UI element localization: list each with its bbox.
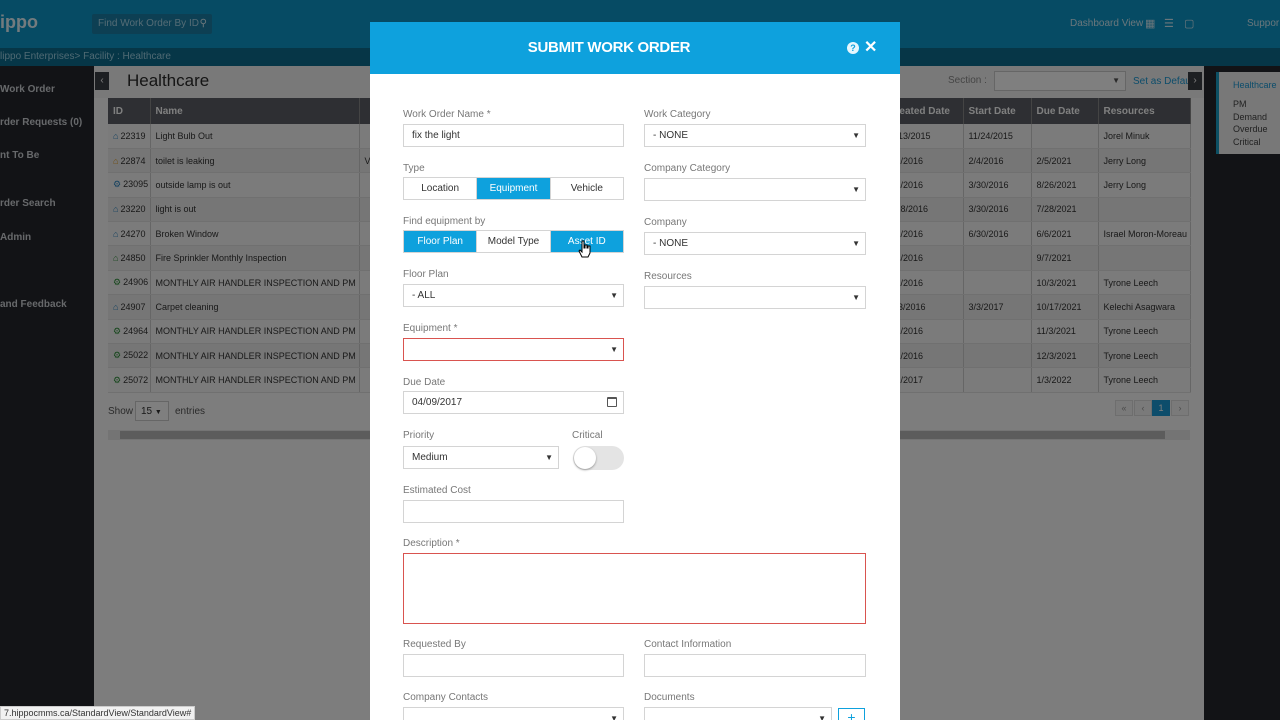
status-bar-url: 7.hippocmms.ca/StandardView/StandardView…: [0, 706, 196, 720]
resources-select[interactable]: ▼: [644, 286, 866, 309]
calendar-icon[interactable]: [607, 397, 617, 407]
hand-cursor-icon: [578, 240, 591, 258]
critical-toggle[interactable]: [573, 446, 624, 470]
due-date-value: 04/09/2017: [412, 397, 463, 408]
close-icon[interactable]: ✕: [864, 37, 877, 57]
toggle-knob: [574, 447, 596, 469]
floor-plan-value: - ALL: [412, 290, 436, 301]
requested-by-input[interactable]: [403, 654, 624, 677]
description-label: Description *: [403, 538, 460, 549]
documents-label: Documents: [644, 692, 695, 703]
work-category-value: - NONE: [653, 130, 688, 141]
priority-select[interactable]: Medium ▼: [403, 446, 559, 469]
company-contacts-label: Company Contacts: [403, 692, 489, 703]
due-date-input[interactable]: 04/09/2017: [403, 391, 624, 414]
priority-label: Priority: [403, 430, 435, 441]
work-order-name-label: Work Order Name *: [403, 109, 491, 120]
chevron-down-icon: ▼: [852, 185, 860, 194]
chevron-down-icon: ▼: [852, 131, 860, 140]
submit-work-order-modal: SUBMIT WORK ORDER ? ✕ Work Order Name * …: [370, 22, 900, 720]
type-option-location[interactable]: Location: [404, 178, 478, 199]
description-textarea[interactable]: [403, 553, 866, 624]
requested-by-label: Requested By: [403, 639, 466, 650]
equipment-select[interactable]: ▼: [403, 338, 624, 361]
type-option-vehicle[interactable]: Vehicle: [550, 178, 623, 199]
find-option-floor-plan[interactable]: Floor Plan: [404, 231, 478, 252]
chevron-down-icon: ▼: [818, 714, 826, 720]
contact-information-input[interactable]: [644, 654, 866, 677]
add-document-button[interactable]: +: [838, 708, 865, 720]
documents-select[interactable]: ▼: [644, 707, 832, 720]
chevron-down-icon: ▼: [852, 239, 860, 248]
floor-plan-select[interactable]: - ALL ▼: [403, 284, 624, 307]
due-date-label: Due Date: [403, 377, 446, 388]
estimated-cost-label: Estimated Cost: [403, 485, 471, 496]
floor-plan-label: Floor Plan: [403, 269, 449, 280]
equipment-label: Equipment *: [403, 323, 458, 334]
chevron-down-icon: ▼: [610, 714, 618, 720]
work-category-select[interactable]: - NONE ▼: [644, 124, 866, 147]
modal-title: SUBMIT WORK ORDER: [527, 39, 691, 56]
company-value: - NONE: [653, 238, 688, 249]
company-contacts-select[interactable]: ▼: [403, 707, 624, 720]
resources-label: Resources: [644, 271, 692, 282]
critical-label: Critical: [572, 430, 603, 441]
find-option-model-type[interactable]: Model Type: [477, 231, 551, 252]
type-option-equipment[interactable]: Equipment: [477, 178, 551, 199]
work-category-label: Work Category: [644, 109, 711, 120]
work-order-name-value: fix the light: [412, 130, 460, 141]
work-order-name-input[interactable]: fix the light: [403, 124, 624, 147]
company-select[interactable]: - NONE ▼: [644, 232, 866, 255]
company-category-select[interactable]: ▼: [644, 178, 866, 201]
find-equipment-label: Find equipment by: [403, 216, 486, 227]
type-label: Type: [403, 163, 425, 174]
chevron-down-icon: ▼: [545, 453, 553, 462]
type-segmented-control: Location Equipment Vehicle: [403, 177, 624, 200]
company-category-label: Company Category: [644, 163, 731, 174]
chevron-down-icon: ▼: [852, 293, 860, 302]
help-icon[interactable]: ?: [847, 42, 859, 54]
contact-information-label: Contact Information: [644, 639, 732, 650]
chevron-down-icon: ▼: [610, 345, 618, 354]
chevron-down-icon: ▼: [610, 291, 618, 300]
company-label: Company: [644, 217, 687, 228]
estimated-cost-input[interactable]: [403, 500, 624, 523]
priority-value: Medium: [412, 452, 448, 463]
